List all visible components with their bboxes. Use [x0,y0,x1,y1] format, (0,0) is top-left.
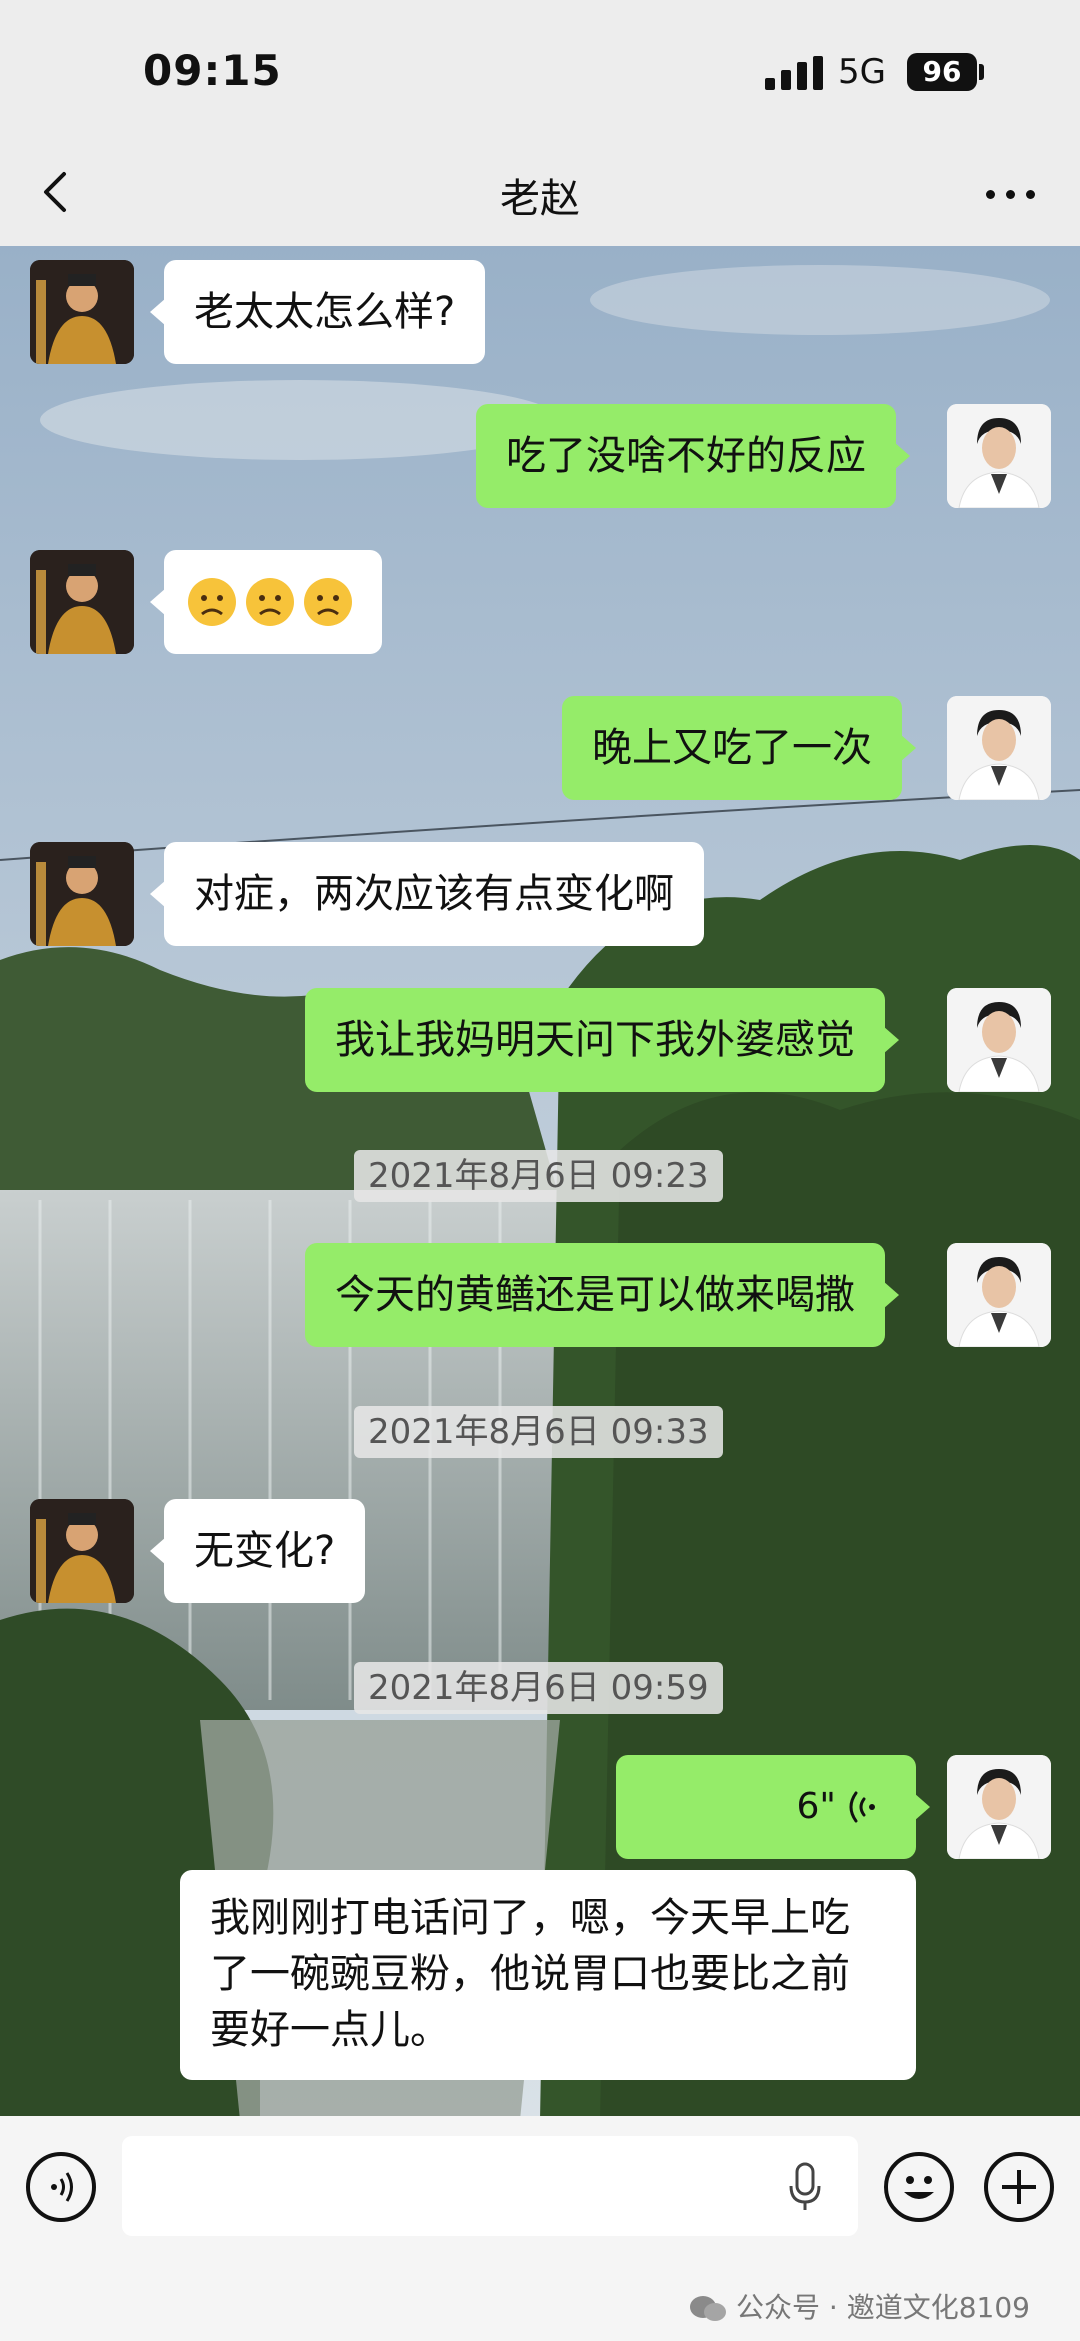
my-avatar[interactable] [947,1243,1051,1347]
watermark-text: 公众号 · 邀道文化8109 [736,2291,1030,2324]
message-bubble[interactable]: 无变化? [149,1499,366,1603]
voice-duration: 6" [796,1786,836,1827]
message-bubble[interactable]: 老太太怎么样? [149,260,486,364]
my-avatar[interactable] [947,988,1051,1092]
my-avatar[interactable] [947,404,1051,508]
message-bubble[interactable]: 晚上又吃了一次 [562,696,916,800]
message-bubble[interactable]: 我刚刚打电话问了，嗯，今天早上吃了一碗豌豆粉，他说胃口也要比之前要好一点儿。 [180,1870,916,2080]
timestamp: 2021年8月6日 09:59 [354,1662,723,1714]
status-bar: 09:15 5G 96 [0,0,1080,140]
mic-icon[interactable] [788,2162,822,2212]
contact-avatar[interactable] [30,260,134,364]
emoji-icon[interactable] [884,2152,954,2222]
input-bar: 公众号 · 邀道文化8109 [0,2116,1080,2341]
contact-avatar[interactable] [30,842,134,946]
contact-avatar[interactable] [30,550,134,654]
status-time: 09:15 [143,46,282,95]
message-bubble[interactable]: 对症，两次应该有点变化啊 [150,842,704,946]
battery-tip [979,64,984,80]
voice-toggle-icon[interactable] [26,2152,96,2222]
more-icon[interactable] [976,166,1046,222]
signal-icon [765,56,825,90]
my-avatar[interactable] [947,1755,1051,1859]
timestamp: 2021年8月6日 09:33 [354,1406,723,1458]
nav-bar: 老赵 [0,140,1080,246]
battery-icon: 96 [907,53,977,91]
message-bubble[interactable]: 今天的黄鳝还是可以做来喝撒 [305,1243,899,1347]
sad-emoji-icon [188,578,352,626]
voice-wave-icon [849,1791,875,1823]
emoji-message-bubble[interactable] [150,550,382,654]
message-bubble[interactable]: 吃了没啥不好的反应 [476,404,910,508]
contact-avatar[interactable] [30,1499,134,1603]
my-avatar[interactable] [947,696,1051,800]
wechat-icon [690,2296,726,2321]
watermark: 公众号 · 邀道文化8109 [688,2286,1030,2326]
network-type: 5G [838,52,886,92]
timestamp: 2021年8月6日 09:23 [354,1150,723,1202]
plus-icon[interactable] [984,2152,1054,2222]
chat-title: 老赵 [500,176,580,222]
message-input[interactable] [122,2136,858,2236]
back-icon[interactable] [30,164,86,220]
voice-message-bubble[interactable]: 6" [616,1755,930,1859]
message-bubble[interactable]: 我让我妈明天问下我外婆感觉 [305,988,899,1092]
